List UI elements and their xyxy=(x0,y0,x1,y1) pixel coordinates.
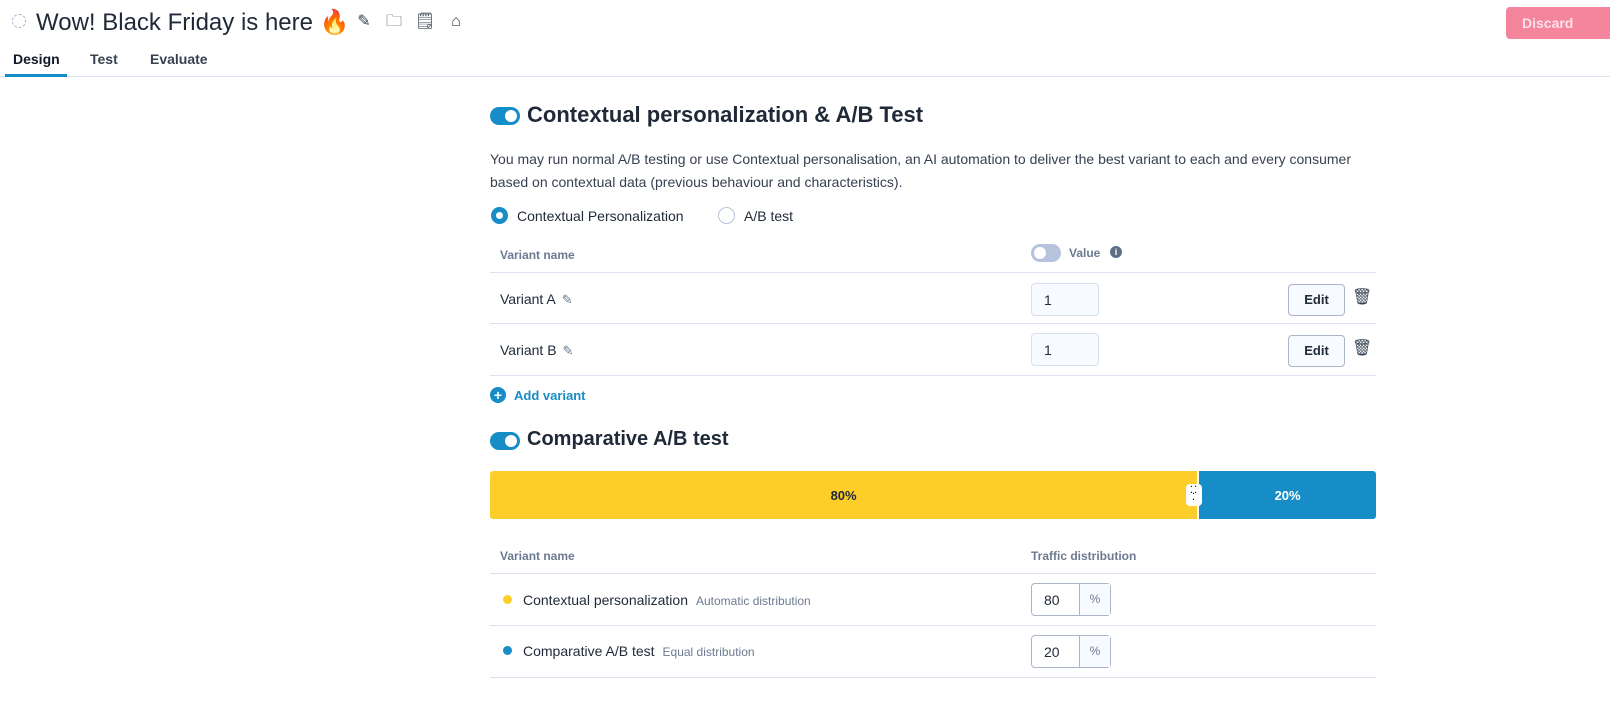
variant-name: Variant A xyxy=(500,291,556,307)
traffic-input[interactable]: 80% xyxy=(1031,583,1111,616)
header: Wow! Black Friday is here 🔥 ✎ 🗀 🗒 ⌂ Disc… xyxy=(0,0,1610,77)
contextual-description: You may run normal A/B testing or use Co… xyxy=(490,151,1351,190)
add-variant-button[interactable]: + Add variant xyxy=(490,387,586,403)
color-dot xyxy=(503,646,512,655)
comparative-toggle[interactable] xyxy=(490,432,520,450)
comparative-title: Comparative A/B test xyxy=(527,428,729,450)
traffic-split-bar: 80% 20% xyxy=(490,471,1376,519)
divider xyxy=(490,625,1376,626)
note-icon[interactable]: 🗒 xyxy=(415,12,435,32)
discard-button[interactable]: Discard xyxy=(1506,7,1610,39)
row-name: Contextual personalization xyxy=(523,592,688,608)
percent-unit: % xyxy=(1079,584,1110,615)
traffic-value[interactable]: 80 xyxy=(1032,584,1079,615)
col-variant-name: Variant name xyxy=(500,248,575,262)
tab-test[interactable]: Test xyxy=(90,51,118,67)
color-dot xyxy=(503,595,512,604)
folder-icon[interactable]: 🗀 xyxy=(384,12,404,32)
split-segment-contextual: 80% xyxy=(490,471,1198,519)
pencil-icon[interactable]: ✎ xyxy=(354,12,374,32)
tag-icon[interactable]: ⌂ xyxy=(446,12,466,32)
variant-value-input[interactable]: 1 xyxy=(1031,283,1099,316)
active-tab-indicator xyxy=(5,74,67,77)
status-spinner-icon xyxy=(12,14,26,28)
radio-contextual[interactable] xyxy=(491,207,508,224)
variant-value-input[interactable]: 1 xyxy=(1031,333,1099,366)
split-segment-ab: 20% xyxy=(1199,471,1376,519)
divider xyxy=(490,677,1376,678)
tab-evaluate[interactable]: Evaluate xyxy=(150,51,208,67)
edit-button[interactable]: Edit xyxy=(1288,335,1345,367)
traffic-input[interactable]: 20% xyxy=(1031,635,1111,668)
col-traffic-distribution: Traffic distribution xyxy=(1031,549,1137,563)
pencil-icon[interactable]: ✎ xyxy=(563,343,574,358)
edit-button[interactable]: Edit xyxy=(1288,284,1345,316)
trash-icon[interactable]: 🗑 xyxy=(1352,338,1372,358)
divider xyxy=(490,573,1376,574)
value-toggle[interactable] xyxy=(1031,244,1061,262)
info-icon[interactable]: i xyxy=(1110,246,1122,258)
row-subtitle: Automatic distribution xyxy=(696,594,811,608)
page-title: Wow! Black Friday is here 🔥 xyxy=(36,9,350,36)
contextual-toggle[interactable] xyxy=(490,107,520,125)
divider xyxy=(490,375,1376,376)
traffic-value[interactable]: 20 xyxy=(1032,636,1079,667)
radio-contextual-label: Contextual Personalization xyxy=(517,208,684,224)
radio-ab-label: A/B test xyxy=(744,208,794,224)
row-name: Comparative A/B test xyxy=(523,643,655,659)
pencil-icon[interactable]: ✎ xyxy=(562,292,573,307)
contextual-title: Contextual personalization & A/B Test xyxy=(527,102,924,127)
divider xyxy=(490,323,1376,324)
col-variant-name: Variant name xyxy=(500,549,575,563)
trash-icon[interactable]: 🗑 xyxy=(1352,287,1372,307)
percent-unit: % xyxy=(1079,636,1110,667)
plus-icon: + xyxy=(490,387,506,403)
col-value: Value xyxy=(1069,246,1101,260)
radio-ab-test[interactable] xyxy=(718,207,735,224)
variant-name: Variant B xyxy=(500,342,557,358)
drag-handle-icon[interactable]: ⁚⁚ ⁚ xyxy=(1186,484,1202,506)
row-subtitle: Equal distribution xyxy=(662,645,755,659)
add-variant-label: Add variant xyxy=(514,387,586,403)
tab-design[interactable]: Design xyxy=(13,51,60,67)
divider xyxy=(490,272,1376,273)
